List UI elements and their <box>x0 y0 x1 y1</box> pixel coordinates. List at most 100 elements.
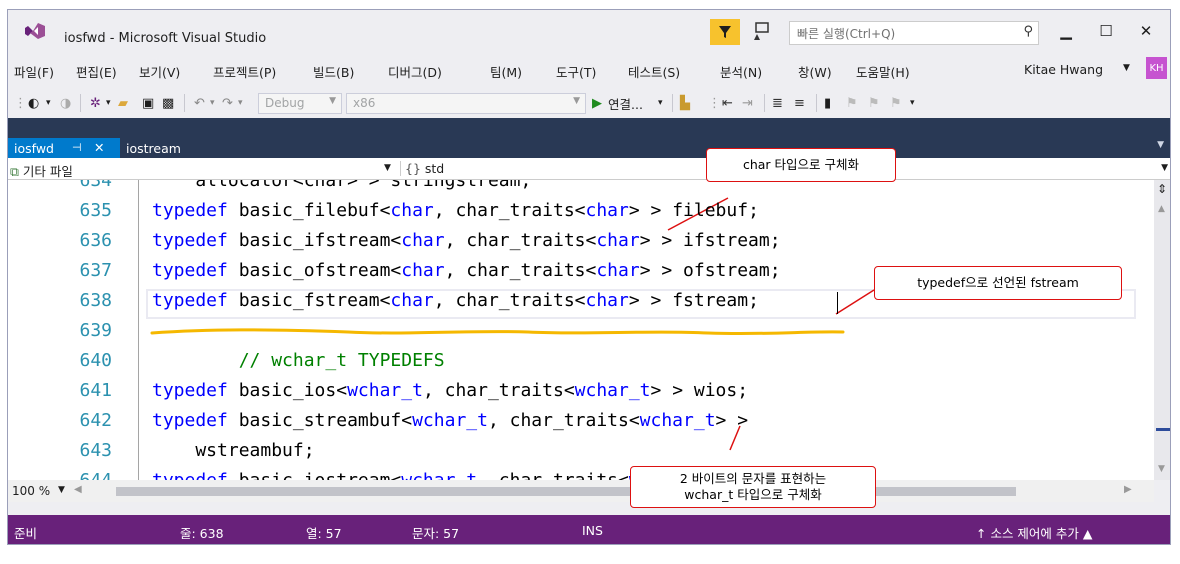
code-line[interactable]: 639 <box>8 316 1154 346</box>
menu-project[interactable]: 프로젝트(P) <box>213 62 276 81</box>
vertical-scrollbar[interactable]: ⇕ ▲ ▼ <box>1154 180 1170 480</box>
scroll-left-icon[interactable]: ◀ <box>74 484 82 495</box>
toolbar-overflow-icon[interactable]: ▾ <box>910 93 915 113</box>
notification-flag-icon[interactable] <box>710 19 740 45</box>
solution-config-select[interactable]: Debug ▼ <box>258 93 342 114</box>
tab-list-dropdown-icon[interactable]: ▼ <box>1157 140 1164 150</box>
tab-iostream[interactable]: iostream <box>126 141 181 156</box>
scroll-up-icon[interactable]: ▲ <box>1158 204 1165 214</box>
next-bookmark-icon[interactable]: ⚑ <box>868 93 880 113</box>
code-text: // wchar_t TYPEDEFS <box>152 350 445 371</box>
visual-studio-logo-icon <box>25 23 45 39</box>
code-token: char <box>401 260 445 281</box>
status-column: 열: 57 <box>306 526 342 541</box>
redo-dropdown-icon[interactable]: ▾ <box>238 93 243 113</box>
feedback-icon[interactable] <box>748 21 776 43</box>
start-icon[interactable]: ▶ <box>592 93 602 113</box>
code-line[interactable]: 644 typedef basic_iostream<wchar_t, char_… <box>8 466 1154 480</box>
code-token: > > ofstream; <box>639 260 781 281</box>
menu-analyze[interactable]: 분석(N) <box>720 62 762 81</box>
start-button[interactable]: 연결... <box>608 93 643 113</box>
split-icon[interactable]: ⇕ <box>1157 182 1167 196</box>
code-line[interactable]: 634 allocator<char> > stringstream; <box>8 180 1154 196</box>
back-dropdown-icon[interactable]: ▾ <box>46 93 51 113</box>
line-number: 636 <box>79 230 112 251</box>
menu-tools[interactable]: 도구(T) <box>556 62 596 81</box>
code-token: > > filebuf; <box>628 200 759 221</box>
open-file-icon[interactable]: ▰ <box>118 93 128 113</box>
menu-file[interactable]: 파일(F) <box>14 62 54 81</box>
project-dropdown[interactable]: ⧉ 기타 파일 <box>10 161 73 180</box>
minimize-button[interactable]: ▁ <box>1048 18 1084 44</box>
vs-window: iosfwd - Microsoft Visual Studio 빠른 실행(C… <box>7 9 1171 545</box>
scroll-down-icon[interactable]: ▼ <box>1158 464 1165 474</box>
close-button[interactable]: ✕ <box>1128 18 1164 44</box>
code-line[interactable]: 636 typedef basic_ifstream<char, char_tra… <box>8 226 1154 256</box>
forward-icon[interactable]: ◑ <box>60 93 71 113</box>
platform-select[interactable]: x86 ▼ <box>346 93 586 114</box>
new-project-dropdown-icon[interactable]: ▾ <box>106 93 111 113</box>
start-dropdown-icon[interactable]: ▾ <box>658 93 663 113</box>
code-line[interactable]: 635 typedef basic_filebuf<char, char_trai… <box>8 196 1154 226</box>
save-icon[interactable]: ▣ <box>142 93 154 113</box>
code-token: wchar_t <box>401 470 477 480</box>
indent-icon[interactable]: ⇤ <box>722 93 733 113</box>
project-label: 기타 파일 <box>22 164 73 179</box>
quick-launch-input[interactable]: 빠른 실행(Ctrl+Q) ⚲ <box>789 21 1039 45</box>
bookmark-icon[interactable]: ▮ <box>824 93 831 113</box>
code-token: // wchar_t TYPEDEFS <box>152 350 445 371</box>
line-number: 635 <box>79 200 112 221</box>
code-text: wstreambuf; <box>152 440 314 461</box>
zoom-level[interactable]: 100 % <box>12 484 50 498</box>
uncomment-icon[interactable]: ≡ <box>794 93 805 113</box>
zoom-dropdown-icon[interactable]: ▼ <box>58 485 65 495</box>
undo-icon[interactable]: ↶ <box>194 93 205 113</box>
code-editor[interactable]: 634 allocator<char> > stringstream; 635 ty… <box>8 180 1154 480</box>
scope-dropdown-icon[interactable]: ▼ <box>1161 163 1168 173</box>
status-line: 줄: 638 <box>180 526 224 541</box>
pin-icon[interactable]: ⊣ <box>72 141 82 154</box>
menu-team[interactable]: 팀(M) <box>490 62 522 81</box>
user-dropdown-icon[interactable]: ▼ <box>1123 63 1130 73</box>
code-line[interactable]: 641 typedef basic_ios<wchar_t, char_trait… <box>8 376 1154 406</box>
code-line[interactable]: 642 typedef basic_streambuf<wchar_t, char… <box>8 406 1154 436</box>
scope-dropdown[interactable]: {} std <box>400 161 444 176</box>
horizontal-scroll-thumb[interactable] <box>116 487 1016 496</box>
code-token: typedef <box>152 410 228 431</box>
comment-icon[interactable]: ≣ <box>772 93 783 113</box>
code-line[interactable]: 643 wstreambuf; <box>8 436 1154 466</box>
scroll-right-icon[interactable]: ▶ <box>1124 484 1132 495</box>
clear-bookmarks-icon[interactable]: ⚑ <box>890 93 902 113</box>
prev-bookmark-icon[interactable]: ⚑ <box>846 93 858 113</box>
namespace-icon: {} <box>405 161 421 176</box>
close-tab-icon[interactable]: ✕ <box>94 140 104 155</box>
avatar[interactable]: KH <box>1146 57 1167 79</box>
horizontal-scrollbar[interactable]: 100 % ▼ ◀ ▶ <box>8 480 1154 502</box>
code-token: typedef <box>152 290 228 311</box>
code-token: char <box>401 230 445 251</box>
menu-view[interactable]: 보기(V) <box>139 62 180 81</box>
save-all-icon[interactable]: ▩ <box>162 93 174 113</box>
code-token: basic_ifstream< <box>227 230 402 251</box>
add-to-source-control[interactable]: ↑ 소스 제어에 추가 ▲ <box>976 523 1092 542</box>
code-line[interactable]: 640 // wchar_t TYPEDEFS <box>8 346 1154 376</box>
menu-help[interactable]: 도움말(H) <box>856 62 910 81</box>
menu-test[interactable]: 테스트(S) <box>628 62 680 81</box>
project-dropdown-icon[interactable]: ▼ <box>384 163 391 173</box>
menu-build[interactable]: 빌드(B) <box>313 62 354 81</box>
maximize-button[interactable]: ☐ <box>1088 18 1124 44</box>
tab-iosfwd[interactable]: iosfwd ⊣ ✕ <box>8 138 120 158</box>
new-project-icon[interactable]: ✲ <box>90 93 101 113</box>
code-token: typedef <box>152 470 228 480</box>
diagnostics-icon[interactable]: ▙ <box>680 93 690 113</box>
redo-icon[interactable]: ↷ <box>222 93 233 113</box>
menu-window[interactable]: 창(W) <box>798 62 832 81</box>
quick-launch-placeholder: 빠른 실행(Ctrl+Q) <box>797 27 896 41</box>
user-name[interactable]: Kitae Hwang <box>1024 62 1103 77</box>
menu-edit[interactable]: 편집(E) <box>76 62 117 81</box>
code-text: typedef basic_ifstream<char, char_traits… <box>152 230 781 251</box>
outdent-icon[interactable]: ⇥ <box>742 93 753 113</box>
menu-debug[interactable]: 디버그(D) <box>388 62 442 81</box>
back-icon[interactable]: ◐ <box>28 93 39 113</box>
undo-dropdown-icon[interactable]: ▾ <box>210 93 215 113</box>
